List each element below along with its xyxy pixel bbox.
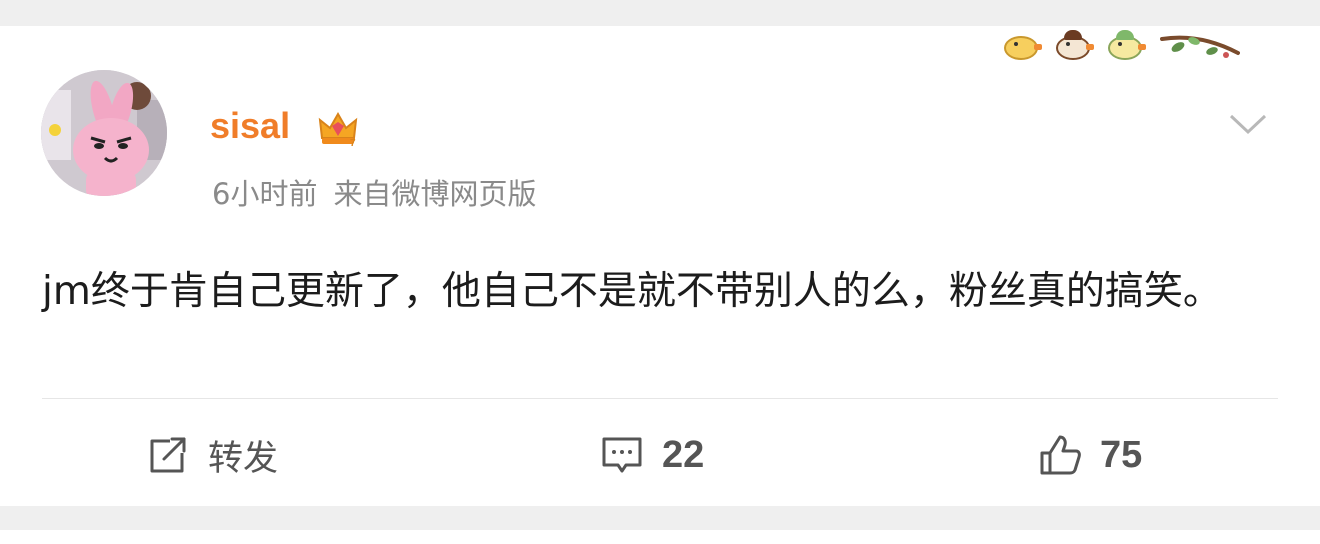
post-source: 来自微博网页版 xyxy=(333,177,537,211)
avatar-image xyxy=(41,70,167,196)
post-card: sisal 7 6小时前 来自微博网页版 jm终于肯自己更新了，他自己不是就不带别… xyxy=(0,26,1320,506)
like-button[interactable]: 75 xyxy=(1038,430,1142,480)
comment-button[interactable]: 22 xyxy=(600,430,704,480)
divider xyxy=(42,398,1278,399)
brown-bird-sticker xyxy=(1056,30,1094,60)
post-text: jm终于肯自己更新了，他自己不是就不带别人的么，粉丝真的搞笑。 xyxy=(42,269,1222,314)
branch-sticker xyxy=(1160,35,1240,58)
repost-button[interactable]: 转发 xyxy=(146,430,278,480)
comment-count: 22 xyxy=(662,433,705,476)
like-count: 75 xyxy=(1100,433,1143,476)
yellow-bird-sticker xyxy=(1004,32,1042,60)
repost-label: 转发 xyxy=(208,438,279,479)
avatar[interactable] xyxy=(41,70,167,196)
weibo-feed: sisal 7 6小时前 来自微博网页版 jm终于肯自己更新了，他自己不是就不带别… xyxy=(0,0,1320,544)
next-post-card-edge xyxy=(0,530,1320,544)
post-time[interactable]: 6小时前 xyxy=(212,177,317,211)
card-decoration xyxy=(1004,26,1240,66)
svg-text:7: 7 xyxy=(350,138,356,149)
repost-icon xyxy=(150,437,186,473)
vip-crown-icon[interactable]: 7 xyxy=(316,108,360,152)
thumbs-up-icon xyxy=(1040,435,1081,475)
comment-icon xyxy=(602,437,642,473)
username[interactable]: sisal xyxy=(210,106,290,146)
post-meta: 6小时前 来自微博网页版 xyxy=(212,176,536,212)
chevron-down-icon[interactable] xyxy=(1228,108,1268,138)
green-bird-sticker xyxy=(1108,30,1146,60)
